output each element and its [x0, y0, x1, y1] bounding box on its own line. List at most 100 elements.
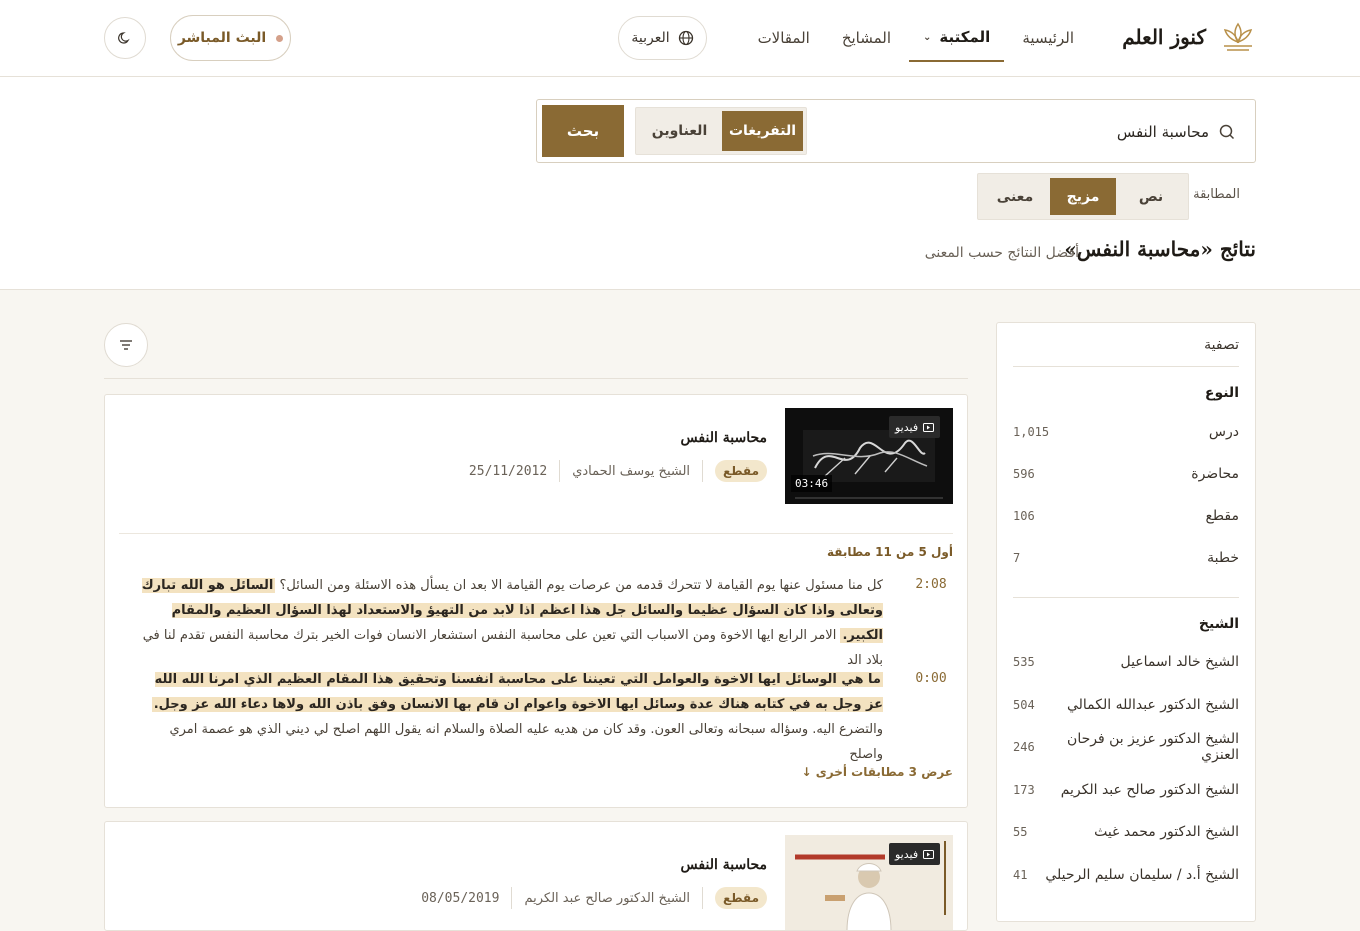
live-stream-button[interactable]: البث المباشر: [170, 15, 291, 61]
result-card: فيديو 03:46 محاسبة النفس مقطع الشيخ يوسف…: [104, 394, 968, 808]
filter-type-count: 106: [1013, 509, 1035, 523]
sidebar-divider: [1013, 366, 1239, 367]
filter-type-item[interactable]: مقطع 106: [1013, 504, 1239, 528]
search-scope-toggle: التفريغات العناوين: [635, 107, 807, 155]
sort-filter-button[interactable]: [104, 323, 148, 367]
result-sheikh[interactable]: الشيخ الدكتور صالح عبد الكريم: [524, 891, 690, 906]
video-badge: فيديو: [889, 416, 941, 438]
filter-type-count: 1,015: [1013, 425, 1050, 439]
nav-home-label: الرئيسية: [1022, 29, 1074, 47]
video-duration: 03:46: [791, 475, 833, 492]
search-input[interactable]: [829, 114, 1209, 150]
filter-sheikh-item[interactable]: الشيخ الدكتور صالح عبد الكريم 173: [1013, 778, 1239, 802]
type-heading: النوع: [1204, 385, 1239, 401]
live-dot-icon: [276, 34, 284, 42]
nav-home[interactable]: الرئيسية: [1008, 14, 1088, 62]
filter-type-item[interactable]: درس 1,015: [1013, 420, 1239, 444]
site-logo[interactable]: كنوز العلم: [1122, 20, 1256, 54]
snippet-timestamp[interactable]: 0:00: [909, 671, 953, 686]
video-badge: فيديو: [889, 843, 941, 865]
match-count: أول 5 من 11 مطابقة: [826, 545, 953, 559]
logo-text: كنوز العلم: [1122, 25, 1206, 49]
result-meta: مقطع الشيخ يوسف الحمادي 25/11/2012: [469, 460, 767, 482]
filter-type-item[interactable]: محاضرة 596: [1013, 462, 1239, 486]
search-area: التفريغات العناوين بحث المطابقة نص مزيج …: [0, 77, 1360, 290]
result-title[interactable]: محاسبة النفس: [681, 430, 767, 446]
filter-sheikh-item[interactable]: الشيخ خالد اسماعيل 535: [1013, 650, 1239, 674]
filter-sheikh-label: الشيخ الدكتور صالح عبد الكريم: [1060, 782, 1239, 798]
filter-sheikh-count: 55: [1013, 825, 1028, 839]
filter-type-item[interactable]: خطبة 7: [1013, 546, 1239, 570]
chevron-down-icon: ⌄: [923, 31, 932, 43]
snippet-text: والتضرع اليه. وسؤاله سبحانه وتعالى العون…: [169, 722, 883, 762]
filter-sheikh-label: الشيخ الدكتور عبدالله الكمالي: [1066, 697, 1239, 713]
transcript-snippet[interactable]: ما هي الوسائل ايها الاخوة والعوامل التي …: [139, 667, 883, 767]
sidebar-divider: [1013, 597, 1239, 598]
match-meaning[interactable]: معنى: [982, 178, 1048, 215]
video-badge-label: فيديو: [895, 420, 919, 434]
nav-sheikhs-label: المشايخ: [841, 29, 892, 47]
snippet-text: كل منا مسئول عنها يوم القيامة لا تتحرك ق…: [275, 578, 884, 593]
results-subtitle: أفضل النتائج حسب المعنى: [924, 245, 1079, 261]
sheikh-heading: الشيخ: [1198, 616, 1239, 632]
search-button[interactable]: بحث: [542, 105, 624, 157]
live-label: البث المباشر: [177, 30, 267, 46]
filter-sheikh-label: الشيخ الدكتور عزيز بن فرحان العنزي: [1067, 731, 1239, 763]
filter-type-label: محاضرة: [1191, 466, 1239, 482]
filter-type-label: درس: [1208, 424, 1239, 440]
result-sheikh[interactable]: الشيخ يوسف الحمادي: [572, 464, 690, 479]
search-box: التفريغات العناوين بحث: [536, 99, 1256, 163]
filter-title: تصفية: [1204, 337, 1239, 353]
nav-articles[interactable]: المقالات: [744, 14, 824, 62]
nav-library[interactable]: المكتبة ⌄: [909, 14, 1005, 62]
nav-articles-label: المقالات: [757, 29, 810, 47]
filter-sidebar: تصفية النوع درس 1,015 محاضرة 596 مقطع 106 خ…: [996, 322, 1256, 922]
logo-icon: [1223, 22, 1253, 51]
meta-separator: [559, 460, 561, 482]
match-mode-toggle: نص مزيج معنى: [977, 173, 1189, 220]
results-title: نتائج «محاسبة النفس»: [1064, 237, 1256, 261]
video-thumbnail[interactable]: فيديو 03:46: [785, 408, 953, 504]
filter-sheikh-count: 504: [1013, 698, 1035, 712]
result-card: فيديو محاسبة النفس مقطع الشيخ الدكتور صا…: [104, 821, 968, 931]
scope-transcripts[interactable]: التفريغات: [722, 111, 803, 151]
filter-type-count: 596: [1013, 467, 1035, 481]
match-hybrid[interactable]: مزيج: [1050, 178, 1116, 215]
nav-sheikhs[interactable]: المشايخ: [828, 14, 905, 62]
filter-sheikh-item[interactable]: الشيخ الدكتور محمد غيث 55: [1013, 820, 1239, 844]
meta-separator: [702, 887, 704, 909]
filter-sheikh-item[interactable]: الشيخ الدكتور عبدالله الكمالي 504: [1013, 693, 1239, 717]
globe-icon: [678, 30, 693, 46]
filter-sheikh-item[interactable]: الشيخ أ.د / سليمان سليم الرحيلي 41: [1013, 863, 1239, 887]
filter-sheikh-count: 41: [1013, 868, 1028, 882]
scope-titles[interactable]: العناوين: [639, 111, 720, 151]
video-icon: [923, 422, 935, 432]
result-date: 08/05/2019: [421, 890, 500, 906]
transcript-snippet[interactable]: كل منا مسئول عنها يوم القيامة لا تتحرك ق…: [139, 573, 883, 673]
snippet-timestamp[interactable]: 2:08: [909, 577, 953, 592]
match-mode-label: المطابقة: [1193, 187, 1240, 202]
result-meta: مقطع الشيخ الدكتور صالح عبد الكريم 08/05…: [421, 887, 767, 909]
video-badge-label: فيديو: [895, 847, 919, 861]
show-more-matches-link[interactable]: عرض 3 مطابقات أخرى ↓: [802, 765, 954, 779]
filter-sheikh-count: 246: [1013, 740, 1035, 754]
snippet-highlight: ما هي الوسائل ايها الاخوة والعوامل التي …: [151, 672, 883, 712]
match-text[interactable]: نص: [1118, 178, 1184, 215]
meta-separator: [511, 887, 513, 909]
filter-sheikh-label: الشيخ خالد اسماعيل: [1120, 654, 1239, 670]
filter-sheikh-label: الشيخ الدكتور محمد غيث: [1094, 824, 1239, 840]
main-nav: الرئيسية المكتبة ⌄ المشايخ المقالات: [744, 14, 1088, 62]
search-icon: [1219, 124, 1235, 140]
card-divider: [119, 533, 953, 534]
video-thumbnail[interactable]: فيديو: [785, 835, 953, 930]
filter-sheikh-item[interactable]: الشيخ الدكتور عزيز بن فرحان العنزي 246: [1013, 731, 1239, 763]
theme-toggle-button[interactable]: [104, 17, 146, 59]
results-divider: [104, 378, 968, 379]
filter-sheikh-count: 535: [1013, 655, 1035, 669]
result-title[interactable]: محاسبة النفس: [681, 857, 767, 873]
filter-type-count: 7: [1013, 551, 1021, 565]
filter-type-label: مقطع: [1205, 508, 1239, 524]
snippet-text: الامر الرابع ايها الاخوة ومن الاسباب الت…: [142, 628, 883, 668]
language-label: العربية: [631, 30, 670, 46]
language-button[interactable]: العربية: [618, 16, 707, 60]
